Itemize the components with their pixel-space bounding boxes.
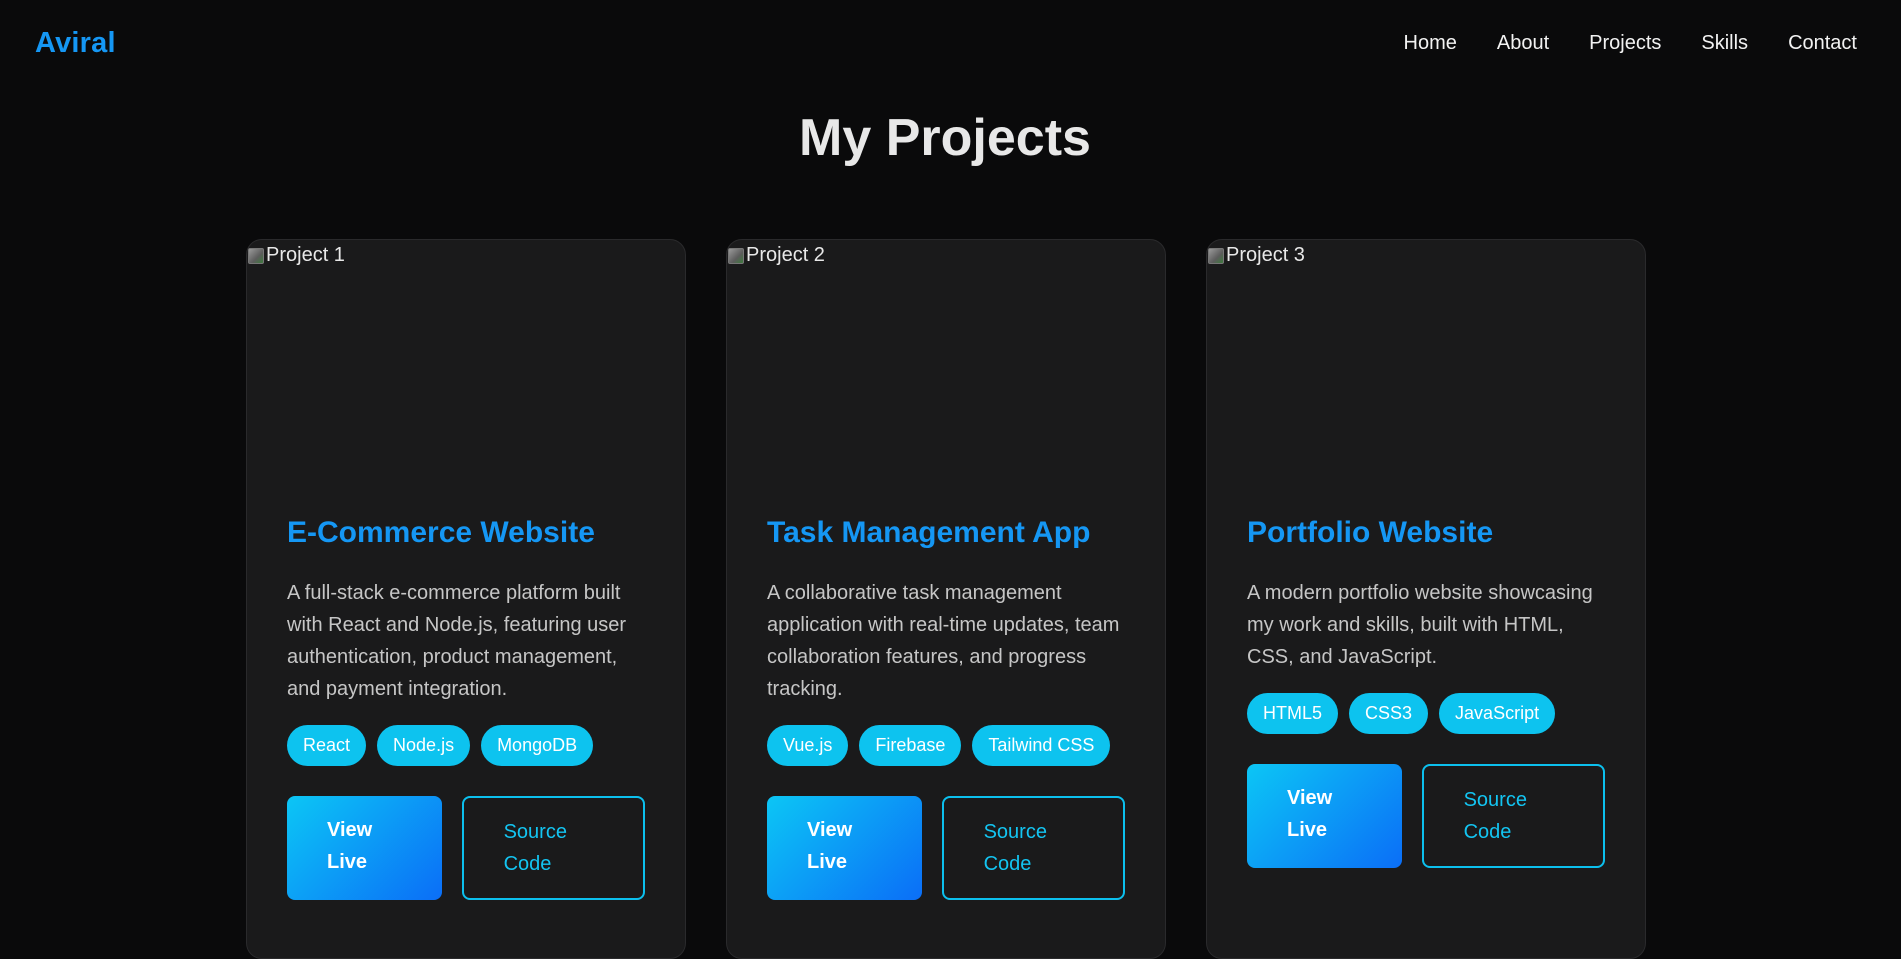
project-card-3: Project 3 Portfolio Website A modern por… <box>1206 239 1646 959</box>
project-card-2: Project 2 Task Management App A collabor… <box>726 239 1166 959</box>
project-buttons: View Live Source Code <box>287 796 645 900</box>
nav-link-about[interactable]: About <box>1497 32 1549 55</box>
project-description: A modern portfolio website showcasing my… <box>1247 582 1593 668</box>
project-description: A full-stack e-commerce platform built w… <box>287 582 627 700</box>
view-live-label: View Live <box>1287 787 1333 841</box>
project-title: E-Commerce Website <box>287 516 595 549</box>
project-image: Project 2 <box>727 240 1165 515</box>
project-description: A collaborative task management applicat… <box>767 582 1120 700</box>
project-image-placeholder: Project 3 <box>1208 244 1305 267</box>
source-code-button[interactable]: Source Code <box>1421 764 1605 868</box>
tech-tag: MongoDB <box>481 725 594 766</box>
nav-link-projects[interactable]: Projects <box>1589 32 1661 55</box>
project-image: Project 1 <box>247 240 685 515</box>
project-image-placeholder: Project 2 <box>728 244 825 267</box>
project-image: Project 3 <box>1207 240 1645 515</box>
nav-links: Home About Projects Skills Contact <box>1404 32 1857 55</box>
nav-link-contact[interactable]: Contact <box>1788 32 1857 55</box>
logo[interactable]: Aviral <box>35 27 116 60</box>
view-live-label: View Live <box>327 819 373 873</box>
source-code-label: Source Code <box>503 821 567 875</box>
source-code-label: Source Code <box>1463 789 1527 843</box>
project-image-alt: Project 2 <box>746 244 825 266</box>
section-title: My Projects <box>799 109 1091 167</box>
tech-tag: Vue.js <box>767 725 849 766</box>
tech-tag: Tailwind CSS <box>972 725 1111 766</box>
project-buttons: View Live Source Code <box>1247 764 1605 868</box>
nav-link-skills[interactable]: Skills <box>1701 32 1748 55</box>
project-buttons: View Live Source Code <box>767 796 1125 900</box>
tech-tag: JavaScript <box>1439 693 1556 734</box>
view-live-button[interactable]: View Live <box>1247 764 1402 868</box>
source-code-label: Source Code <box>983 821 1047 875</box>
tech-tag: CSS3 <box>1349 693 1429 734</box>
tech-tag: React <box>287 725 367 766</box>
project-card-1: Project 1 E-Commerce Website A full-stac… <box>246 239 686 959</box>
tech-tag: Node.js <box>377 725 471 766</box>
tech-tag: HTML5 <box>1247 693 1339 734</box>
view-live-label: View Live <box>807 819 853 873</box>
tech-tags: HTML5 CSS3 JavaScript <box>1247 693 1605 734</box>
broken-image-icon <box>728 247 744 264</box>
source-code-button[interactable]: Source Code <box>941 796 1125 900</box>
project-image-alt: Project 3 <box>1226 244 1305 266</box>
card-body: E-Commerce Website A full-stack e-commer… <box>247 515 685 900</box>
source-code-button[interactable]: Source Code <box>461 796 645 900</box>
navbar: Aviral Home About Projects Skills Contac… <box>0 0 1901 86</box>
project-image-alt: Project 1 <box>266 244 345 266</box>
nav-link-home[interactable]: Home <box>1404 32 1457 55</box>
view-live-button[interactable]: View Live <box>767 796 922 900</box>
card-body: Portfolio Website A modern portfolio web… <box>1207 515 1645 868</box>
broken-image-icon <box>1208 247 1224 264</box>
project-cards: Project 1 E-Commerce Website A full-stac… <box>246 239 1646 959</box>
card-body: Task Management App A collaborative task… <box>727 515 1165 900</box>
tech-tags: React Node.js MongoDB <box>287 725 645 766</box>
tech-tags: Vue.js Firebase Tailwind CSS <box>767 725 1125 766</box>
tech-tag: Firebase <box>859 725 962 766</box>
project-image-placeholder: Project 1 <box>248 244 345 267</box>
broken-image-icon <box>248 247 264 264</box>
project-title: Task Management App <box>767 516 1091 549</box>
view-live-button[interactable]: View Live <box>287 796 442 900</box>
project-title: Portfolio Website <box>1247 516 1494 549</box>
